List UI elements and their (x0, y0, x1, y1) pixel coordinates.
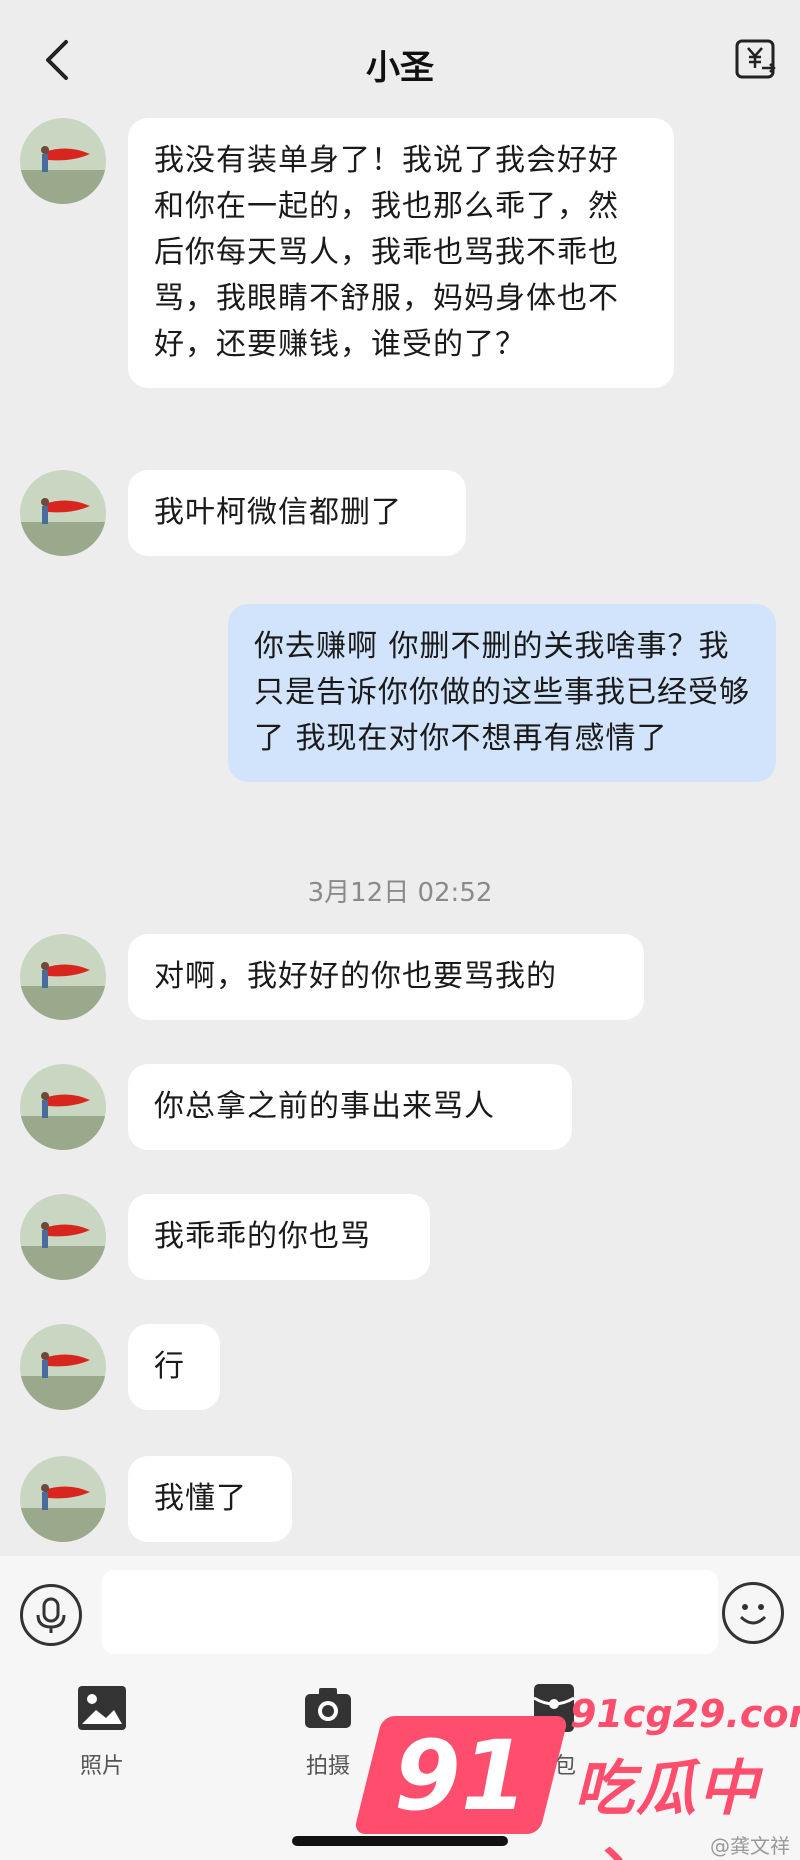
voice-button[interactable] (20, 1584, 82, 1646)
transfer-icon[interactable] (734, 38, 778, 82)
message-bubble-incoming[interactable]: 我懂了 (128, 1456, 292, 1542)
smiley-icon (739, 1604, 767, 1625)
message-bubble-incoming[interactable]: 我没有装单身了！我说了我会好好和你在一起的，我也那么乖了，然后你每天骂人，我乖也… (128, 118, 674, 388)
tool-label: 拍摄 (305, 1754, 350, 1779)
message-bubble-incoming[interactable]: 我叶柯微信都删了 (128, 470, 466, 556)
contact-avatar[interactable] (20, 1064, 106, 1150)
message-input[interactable] (102, 1570, 718, 1654)
home-indicator (292, 1836, 508, 1846)
watermark-logo: 91 (353, 1716, 569, 1834)
contact-avatar[interactable] (20, 934, 106, 1020)
message-bubble-incoming[interactable]: 我乖乖的你也骂 (128, 1194, 430, 1280)
emoji-button[interactable] (722, 1582, 784, 1644)
tool-camera[interactable]: 拍摄 (278, 1682, 378, 1780)
message-bubble-outgoing[interactable]: 你去赚啊 你删不删的关我啥事？我只是告诉你你做的这些事我已经受够了 我现在对你不… (228, 604, 776, 782)
camera-icon (305, 1688, 351, 1728)
microphone-icon (36, 1597, 66, 1633)
message-timestamp: 3月12日 02:52 (307, 878, 493, 908)
watermark-credit: @龚文祥 (710, 1834, 790, 1858)
photo-icon (78, 1686, 126, 1730)
contact-avatar[interactable] (20, 118, 106, 204)
watermark-logo-text: 91 (393, 1720, 528, 1832)
message-bubble-incoming[interactable]: 你总拿之前的事出来骂人 (128, 1064, 572, 1150)
watermark-domain: 91cg29.com (570, 1692, 800, 1736)
message-bubble-incoming[interactable]: 对啊，我好好的你也要骂我的 (128, 934, 644, 1020)
tool-label: 照片 (79, 1754, 124, 1779)
contact-avatar[interactable] (20, 1194, 106, 1280)
contact-avatar[interactable] (20, 1324, 106, 1410)
chat-title: 小圣 (366, 48, 434, 88)
tool-photo[interactable]: 照片 (52, 1682, 152, 1780)
navigation-bar: 小圣 (0, 0, 800, 120)
message-bubble-incoming[interactable]: 行 (128, 1324, 220, 1410)
contact-avatar[interactable] (20, 1456, 106, 1542)
contact-avatar[interactable] (20, 470, 106, 556)
